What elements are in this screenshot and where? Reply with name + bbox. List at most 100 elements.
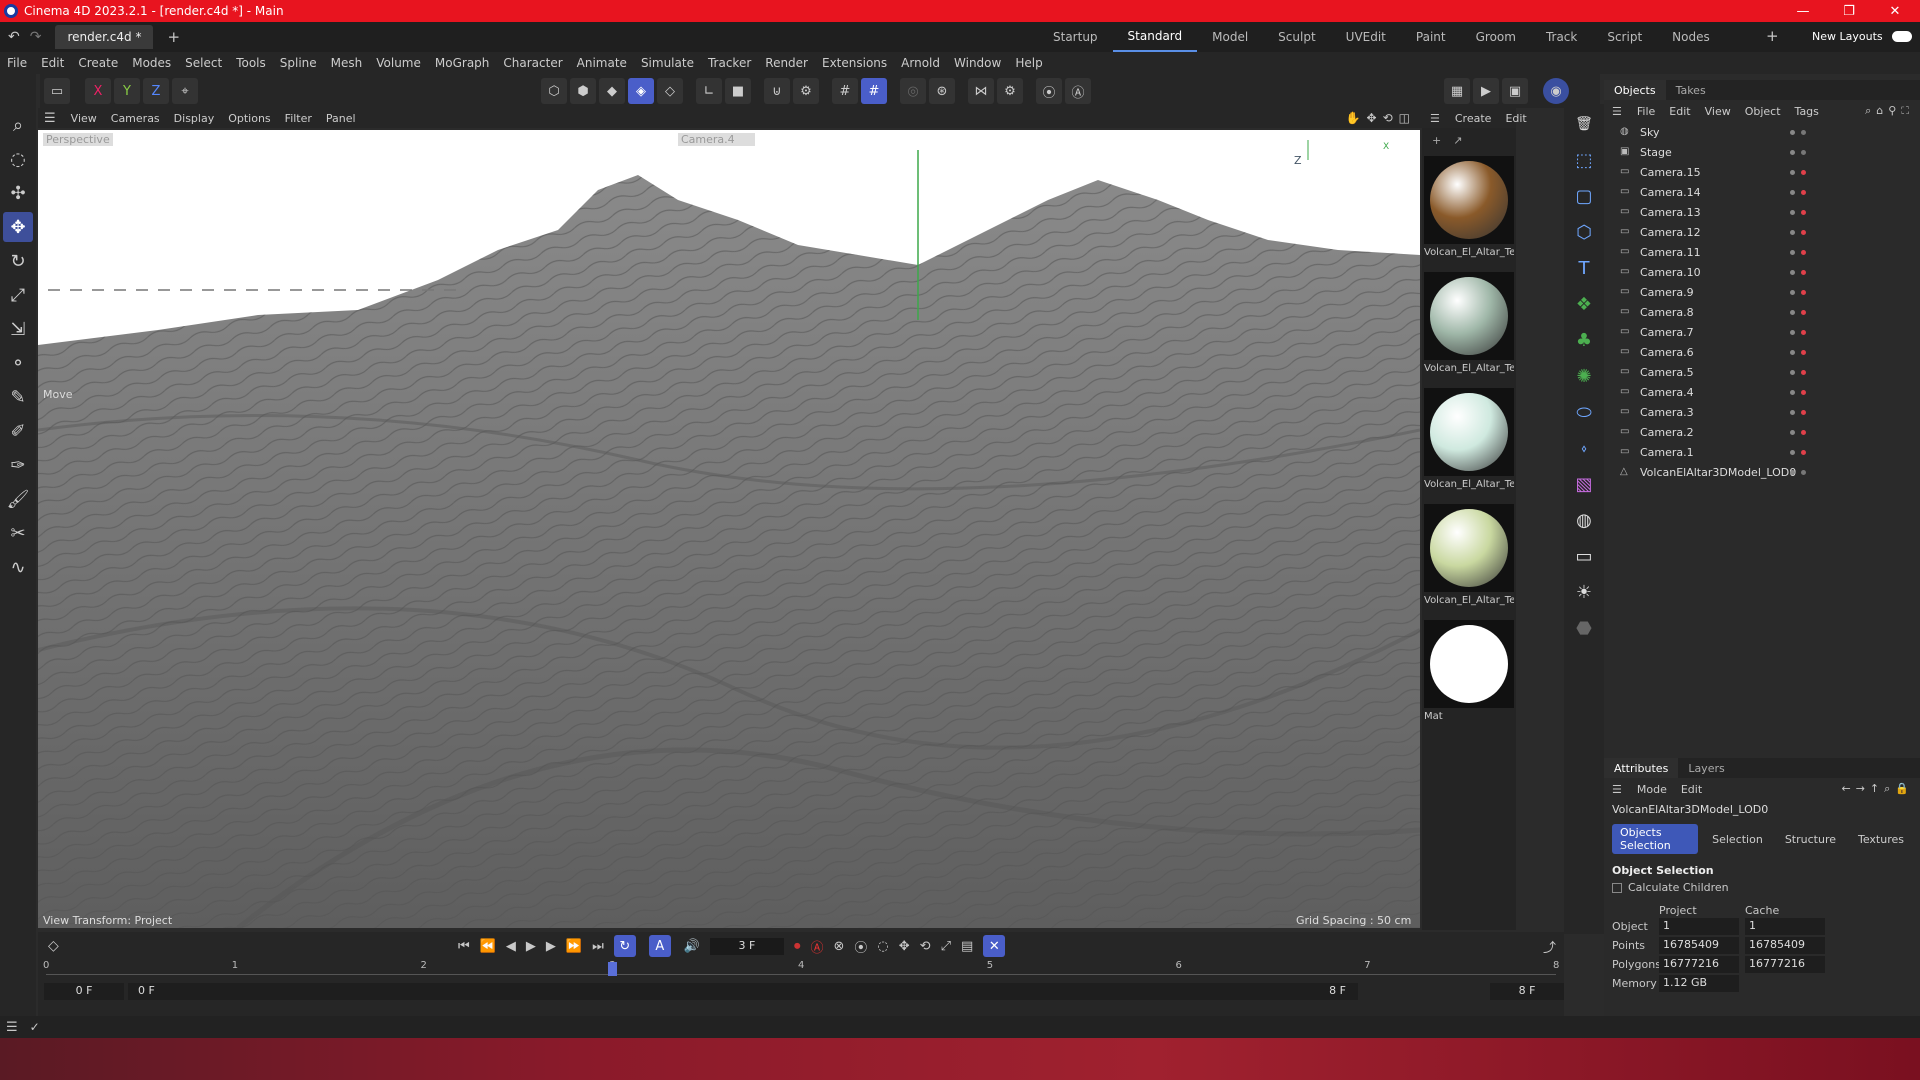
undo-icon[interactable]: ↶ <box>8 29 20 45</box>
objects-menu-tags[interactable]: Tags <box>1788 105 1826 118</box>
previous-frame-icon[interactable]: ◀ <box>506 939 516 954</box>
render-viewport-icon[interactable]: ▶ <box>1473 78 1499 104</box>
close-button[interactable]: ✕ <box>1872 0 1918 22</box>
axis-x-lock[interactable]: X <box>85 78 111 104</box>
cube-primitive-icon[interactable]: ▢ <box>1568 180 1600 212</box>
menu-edit[interactable]: Edit <box>34 56 71 70</box>
viewport-menu-panel[interactable]: Panel <box>319 112 363 125</box>
object-row[interactable]: ▭ Camera.8 <box>1604 302 1920 322</box>
material-menu-create[interactable]: Create <box>1448 112 1499 125</box>
object-flags[interactable] <box>1790 249 1806 255</box>
menu-simulate[interactable]: Simulate <box>634 56 701 70</box>
transfer-tool-icon[interactable]: ⇲ <box>3 314 33 344</box>
menu-arnold[interactable]: Arnold <box>894 56 947 70</box>
visibility-dot[interactable] <box>1790 269 1795 275</box>
menu-modes[interactable]: Modes <box>125 56 178 70</box>
object-row[interactable]: ▣ Stage <box>1604 142 1920 162</box>
object-row[interactable]: ▭ Camera.9 <box>1604 282 1920 302</box>
brush-icon[interactable]: 🖌 <box>3 484 33 514</box>
visibility-dot[interactable] <box>1790 209 1795 215</box>
render-dot[interactable] <box>1801 409 1806 415</box>
object-row[interactable]: ▭ Camera.6 <box>1604 342 1920 362</box>
render-dot[interactable] <box>1801 229 1806 235</box>
minimize-button[interactable]: — <box>1780 0 1826 22</box>
visibility-dot[interactable] <box>1790 229 1795 235</box>
edit-material-icon[interactable]: ↗ <box>1453 134 1462 147</box>
redo-icon[interactable]: ↷ <box>30 29 42 45</box>
lod-icon[interactable]: ⦿ <box>1036 78 1062 104</box>
render-icon[interactable]: ⬣ <box>1568 612 1600 644</box>
menu-extensions[interactable]: Extensions <box>815 56 894 70</box>
environment-icon[interactable]: ◍ <box>1568 504 1600 536</box>
timeline-graph-icon[interactable]: ⤴ <box>1543 937 1556 956</box>
object-row[interactable]: ▭ Camera.13 <box>1604 202 1920 222</box>
render-view-icon[interactable]: ▭ <box>44 78 70 104</box>
playhead[interactable] <box>608 962 618 976</box>
selection-options-icon[interactable]: ✣ <box>3 178 33 208</box>
object-flags[interactable] <box>1790 209 1806 215</box>
render-to-picture-icon[interactable]: ▣ <box>1502 78 1528 104</box>
menu-animate[interactable]: Animate <box>570 56 634 70</box>
model-mode-icon[interactable]: ◈ <box>628 78 654 104</box>
render-region-icon[interactable]: ▦ <box>1444 78 1470 104</box>
render-dot[interactable] <box>1801 169 1806 175</box>
layout-tab-startup[interactable]: Startup <box>1038 22 1113 52</box>
layout-tab-standard[interactable]: Standard <box>1112 22 1198 52</box>
fcurve-icon[interactable]: ◌ <box>877 939 888 954</box>
object-row[interactable]: ▭ Camera.5 <box>1604 362 1920 382</box>
attribute-subtab-structure[interactable]: Structure <box>1777 831 1844 848</box>
uv-mode-icon[interactable]: ◇ <box>657 78 683 104</box>
previous-key-icon[interactable]: ⏪ <box>480 939 496 954</box>
visibility-dot[interactable] <box>1790 429 1795 435</box>
object-row[interactable]: ▭ Camera.10 <box>1604 262 1920 282</box>
attribute-subtab-objects-selection[interactable]: Objects Selection <box>1612 824 1699 854</box>
object-flags[interactable] <box>1790 329 1806 335</box>
scale-tool-icon[interactable]: ⤢ <box>3 280 33 310</box>
render-dot[interactable] <box>1801 429 1806 435</box>
light-icon[interactable]: ☀ <box>1568 576 1600 608</box>
axis-z-lock[interactable]: Z <box>143 78 169 104</box>
objects-menu-view[interactable]: View <box>1698 105 1738 118</box>
camera-object-icon[interactable]: ▭ <box>1568 540 1600 572</box>
next-frame-icon[interactable]: ▶ <box>546 939 556 954</box>
visibility-dot[interactable] <box>1790 169 1795 175</box>
render-dot[interactable] <box>1801 149 1806 155</box>
object-row[interactable]: ▭ Camera.4 <box>1604 382 1920 402</box>
camera-view-icon[interactable]: ⬚ <box>1568 144 1600 176</box>
visibility-dot[interactable] <box>1790 329 1795 335</box>
start-frame-field[interactable]: 0 F <box>44 982 124 1000</box>
snap-settings-icon[interactable]: ⚙ <box>793 78 819 104</box>
add-material-icon[interactable]: + <box>1432 134 1441 147</box>
auto-icon[interactable]: Ⓐ <box>1065 78 1091 104</box>
objects-hamburger-icon[interactable]: ☰ <box>1612 105 1622 118</box>
render-dot[interactable] <box>1801 329 1806 335</box>
attribute-subtab-selection[interactable]: Selection <box>1704 831 1771 848</box>
material-hamburger-icon[interactable]: ☰ <box>1430 112 1440 125</box>
objects-menu-edit[interactable]: Edit <box>1662 105 1697 118</box>
viewport-menu-display[interactable]: Display <box>167 112 222 125</box>
visibility-dot[interactable] <box>1790 189 1795 195</box>
render-dot[interactable] <box>1801 129 1806 135</box>
generator-icon[interactable]: ❖ <box>1568 288 1600 320</box>
material-item[interactable]: Volcan_El_Altar_Te <box>1424 156 1514 258</box>
record-key-icon[interactable]: ⏺ <box>794 939 801 954</box>
text-spline-icon[interactable]: T <box>1568 252 1600 284</box>
new-layouts-label[interactable]: New Layouts <box>1812 30 1883 43</box>
menu-character[interactable]: Character <box>496 56 569 70</box>
active-camera-label[interactable]: Camera.4 <box>678 133 755 146</box>
frame-ruler[interactable]: 012345678 <box>43 960 1559 980</box>
viewport-menu-options[interactable]: Options <box>221 112 277 125</box>
attributes-hamburger-icon[interactable]: ☰ <box>1612 783 1622 796</box>
spline-tools-icon[interactable]: ✑ <box>3 450 33 480</box>
magnet-icon[interactable]: ⊍ <box>764 78 790 104</box>
position-key-icon[interactable]: ✥ <box>899 939 910 954</box>
object-flags[interactable] <box>1790 449 1806 455</box>
layout-tab-track[interactable]: Track <box>1531 22 1592 52</box>
preview-range-bar[interactable]: 0 F 8 F <box>128 982 1358 1000</box>
object-row[interactable]: ▭ Camera.12 <box>1604 222 1920 242</box>
record-settings-icon[interactable]: ⊗ <box>833 939 844 954</box>
render-dot[interactable] <box>1801 349 1806 355</box>
next-key-icon[interactable]: ⏩ <box>566 939 582 954</box>
render-dot[interactable] <box>1801 309 1806 315</box>
objects-toolbar-icons[interactable]: ⌕⌂⚲⛶ <box>1865 104 1914 118</box>
